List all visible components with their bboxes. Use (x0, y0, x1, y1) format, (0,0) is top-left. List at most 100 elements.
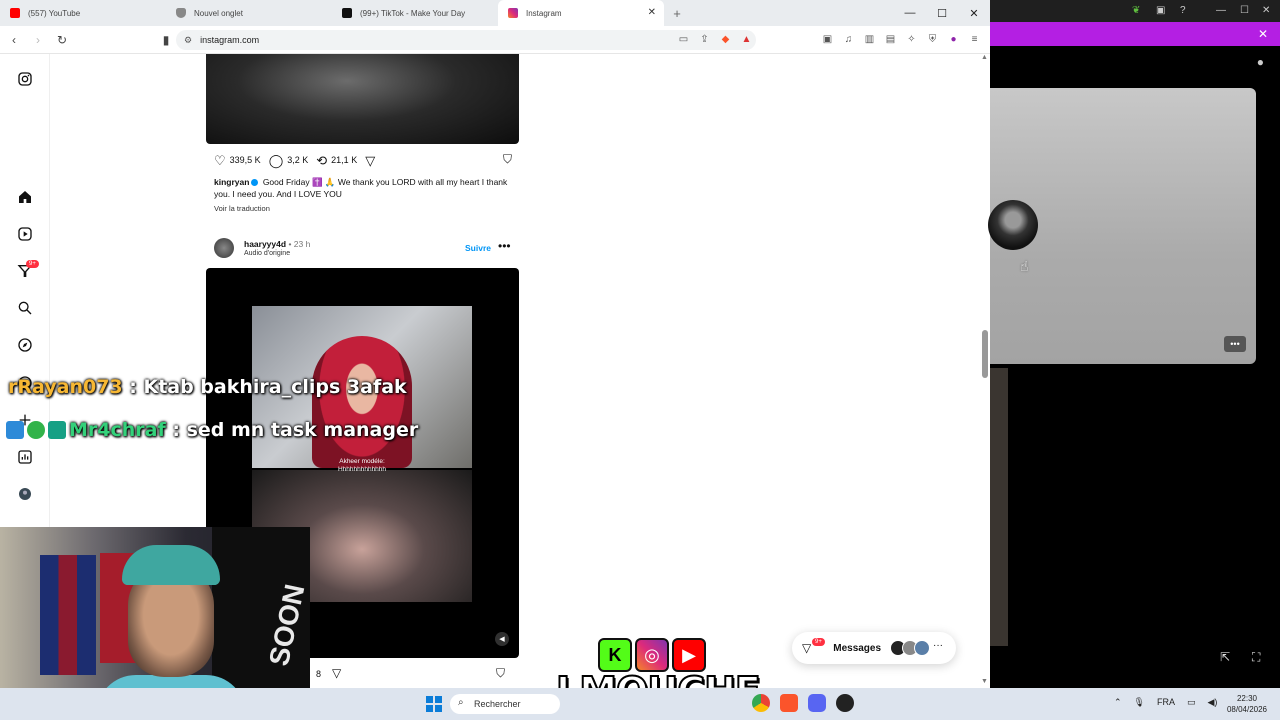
taskbar-search[interactable]: ⌕ Rechercher (450, 694, 560, 714)
dashboard-icon[interactable] (16, 448, 34, 466)
video-person (312, 336, 412, 468)
post-audio[interactable]: Audio d'origine (244, 250, 290, 257)
messages-button[interactable]: ▽ 9+ Messages ··· (792, 632, 956, 664)
chat-username: Mr4chraf (69, 419, 166, 441)
discord-icon[interactable] (808, 694, 826, 712)
tab-new-tab[interactable]: Nouvel onglet (166, 0, 332, 26)
leo-icon[interactable]: ✧ (904, 32, 919, 47)
vpn-icon[interactable]: ⛨ (925, 32, 940, 47)
scroll-down-icon[interactable]: ▼ (981, 678, 988, 685)
screenshot-icon[interactable]: ▭ (676, 32, 691, 47)
instagram-logo-icon[interactable] (16, 70, 34, 88)
save-bookmark-icon[interactable]: ⛉ (496, 666, 505, 681)
video-caption: Akheer modéle: Hhhhhhhhhhhhh (252, 458, 472, 474)
jersey-image (40, 555, 96, 675)
tab-tiktok[interactable]: (99+) TikTok - Make Your Day (332, 0, 498, 26)
maximize-button[interactable]: ☐ (1240, 5, 1249, 16)
home-icon[interactable] (16, 188, 34, 206)
reels-icon[interactable] (16, 225, 34, 243)
post-author-avatar[interactable] (214, 238, 234, 258)
sidebar-toggle-icon[interactable]: ▥ (862, 32, 877, 47)
scrollbar-thumb[interactable] (982, 330, 988, 378)
brave-icon[interactable] (780, 694, 798, 712)
chat-username: rRayan073 (8, 376, 123, 398)
chat-bubble-icon[interactable]: ● (1257, 55, 1264, 69)
tab-youtube[interactable]: (557) YouTube (0, 0, 166, 26)
reload-button[interactable]: ↻ (52, 30, 72, 50)
minimize-button[interactable]: — (1216, 5, 1226, 16)
instagram-icon (508, 8, 518, 18)
address-bar: ‹ › ↻ ▮ ⚙ instagram.com ▭ ⇪ ◆ ▲ ▣ ♫ ▥ ▤ … (0, 26, 990, 54)
back-button[interactable]: ‹ (4, 30, 24, 50)
more-options-icon[interactable]: ••• (1224, 336, 1246, 352)
menu-icon[interactable]: ≡ (967, 32, 982, 47)
send-icon: ▽ (365, 152, 376, 168)
profile-avatar[interactable] (988, 200, 1038, 250)
post-header: haaryyy4d • 23 h Audio d'origine Suivre … (214, 236, 512, 260)
obs-icon[interactable] (836, 694, 854, 712)
popout-icon[interactable]: ⇱ (1220, 650, 1230, 664)
rewards-icon[interactable]: ▲ (739, 32, 754, 47)
caption-username[interactable]: kingryan (214, 177, 249, 187)
chat-message: : Ktab bakhira_clips 3afak (122, 376, 407, 398)
url-field[interactable]: ⚙ instagram.com (176, 30, 756, 50)
taskbar-clock[interactable]: 22:30 08/04/2026 (1222, 693, 1272, 715)
volume-icon[interactable]: ◀) (1208, 697, 1218, 708)
tab-label: (557) YouTube (28, 8, 81, 18)
window-icon[interactable]: ▣ (1156, 5, 1165, 16)
mute-icon[interactable]: ◀ (495, 632, 509, 646)
send-icon[interactable]: ▽ (332, 666, 341, 680)
video-caption-line2: Hhhhhhhhhhhhh (337, 466, 387, 473)
profile-card: ••• (988, 88, 1256, 364)
post2-actions: 8 ▽ ⛉ (310, 666, 514, 682)
page-scrollbar[interactable]: ▲ ▼ (980, 54, 990, 688)
share-icon[interactable]: ⇪ (697, 32, 712, 47)
search-icon[interactable] (16, 299, 34, 317)
bookmark-icon[interactable]: ▮ (156, 30, 176, 50)
scroll-up-icon[interactable]: ▲ (981, 54, 988, 61)
wallet-icon[interactable]: ▣ (820, 32, 835, 47)
comment-button[interactable]: ◯ 3,2 K (269, 154, 309, 167)
forward-button[interactable]: › (28, 30, 48, 50)
post-username[interactable]: haaryyy4d (244, 239, 286, 249)
follow-button[interactable]: Suivre (465, 243, 491, 253)
show-hidden-icon[interactable]: ⌃ (1114, 697, 1122, 708)
explore-icon[interactable] (16, 336, 34, 354)
like-button[interactable]: ♡ 339,5 K (214, 154, 261, 167)
chrome-icon[interactable] (752, 694, 770, 712)
music-icon[interactable]: ♫ (841, 32, 856, 47)
post-actions: ♡ 339,5 K ◯ 3,2 K ⟲ 21,1 K ▽ ⛉ (214, 152, 512, 168)
more-icon[interactable]: ··· (933, 640, 943, 651)
site-info-icon[interactable]: ⚙ (184, 35, 192, 46)
language-indicator[interactable]: FRA (1157, 697, 1175, 708)
save-bookmark-icon[interactable]: ⛉ (503, 152, 512, 167)
new-tab-button[interactable]: + (664, 0, 690, 26)
repost-button[interactable]: ⟲ 21,1 K (316, 154, 357, 167)
wallet2-icon[interactable]: ▤ (883, 32, 898, 47)
microphone-icon[interactable]: 🎙 (1134, 697, 1145, 708)
share-button[interactable]: ▽ (365, 154, 379, 167)
close-button[interactable]: ✕ (1262, 5, 1270, 16)
maximize-button[interactable]: ☐ (926, 0, 958, 26)
instagram-icon: ◎ (635, 638, 669, 672)
profile-avatar[interactable] (16, 485, 34, 503)
profile-icon[interactable]: ● (946, 32, 961, 47)
brave-shield-icon[interactable]: ◆ (718, 32, 733, 47)
close-tab-icon[interactable]: ✕ (648, 7, 656, 18)
fullscreen-icon[interactable]: ⛶ (1252, 650, 1260, 665)
more-options-icon[interactable]: ••• (498, 239, 511, 253)
see-translation-link[interactable]: Voir la traduction (214, 204, 270, 213)
close-icon[interactable]: ✕ (1258, 27, 1268, 41)
tab-instagram[interactable]: Instagram ✕ (498, 0, 664, 26)
close-window-button[interactable]: ✕ (958, 0, 990, 26)
overlay-topbar: ❦ ▣ ? — ☐ ✕ (990, 0, 1280, 22)
minimize-button[interactable]: — (894, 0, 926, 26)
leaf-icon[interactable]: ❦ (1132, 5, 1140, 16)
video-caption-line1: Akheer modéle: (339, 458, 385, 465)
help-icon[interactable]: ? (1180, 5, 1186, 16)
windows-start-icon[interactable] (426, 696, 442, 712)
network-icon[interactable]: ▭ (1187, 697, 1196, 708)
messages-label: Messages (833, 642, 882, 654)
post-image[interactable] (206, 54, 519, 144)
comment-count: 3,2 K (287, 155, 309, 165)
